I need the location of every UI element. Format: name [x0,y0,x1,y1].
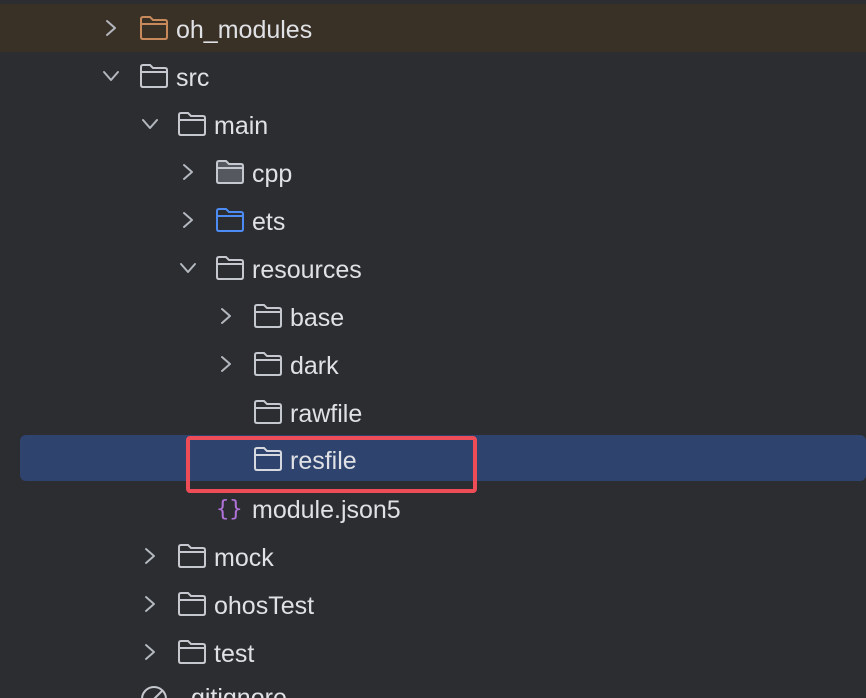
tree-item-oh-modules[interactable]: oh_modules [0,4,866,52]
chevron-down-icon[interactable] [177,257,199,279]
tree-item-cpp[interactable]: cpp [0,148,866,196]
tree-item-mock[interactable]: mock [0,532,866,580]
tree-item-rawfile[interactable]: rawfile [0,388,866,436]
tree-item-label: mock [214,544,274,572]
tree-item-resources[interactable]: resources [0,244,866,292]
tree-item-main[interactable]: main [0,100,866,148]
chevron-right-icon[interactable] [177,161,199,183]
folder-icon [254,304,282,328]
tree-item-label: base [290,304,345,332]
svg-text:{}: {} [216,497,243,521]
tree-item-label: rawfile [290,400,363,428]
tree-item-label: dark [290,352,339,380]
folder-icon [178,592,206,616]
tree-item-base[interactable]: base [0,292,866,340]
folder-icon [216,256,244,280]
chevron-right-icon[interactable] [215,305,237,327]
folder-icon [140,64,168,88]
folder-icon [178,544,206,568]
folder-icon [140,16,168,40]
chevron-right-icon[interactable] [139,545,161,567]
source-folder-icon [216,208,244,232]
chevron-right-icon[interactable] [177,209,199,231]
project-tree: oh_modules src main cpp ets resources ba… [0,0,866,698]
tree-item-dark[interactable]: dark [0,340,866,388]
tree-item-ets[interactable]: ets [0,196,866,244]
folder-icon [178,112,206,136]
chevron-right-icon[interactable] [139,641,161,663]
folder-icon [254,400,282,424]
tree-item-label: src [176,64,210,92]
folder-icon [216,160,244,184]
tree-item-label: .gitignore [184,684,287,698]
folder-icon [254,352,282,376]
tree-item-gitignore[interactable]: .gitignore [0,676,866,698]
json-braces-icon: {} [216,497,243,521]
tree-item-label: ets [252,208,286,236]
chevron-right-icon[interactable] [100,17,122,39]
ignored-file-icon [141,686,167,698]
chevron-down-icon[interactable] [100,65,122,87]
folder-icon [178,640,206,664]
chevron-right-icon[interactable] [215,353,237,375]
tree-item-label: resources [252,256,362,284]
tree-item-label: ohosTest [214,592,315,620]
tree-item-label: oh_modules [176,16,313,44]
tree-item-label: test [214,640,255,668]
tree-item-label: cpp [252,160,293,188]
chevron-down-icon[interactable] [139,113,161,135]
tree-item-ohostest[interactable]: ohosTest [0,580,866,628]
tree-item-label: module.json5 [252,496,401,524]
chevron-right-icon[interactable] [139,593,161,615]
tree-item-src[interactable]: src [0,52,866,100]
tree-item-label: main [214,112,269,140]
annotation-highlight-box [186,436,477,493]
tree-item-test[interactable]: test [0,628,866,676]
